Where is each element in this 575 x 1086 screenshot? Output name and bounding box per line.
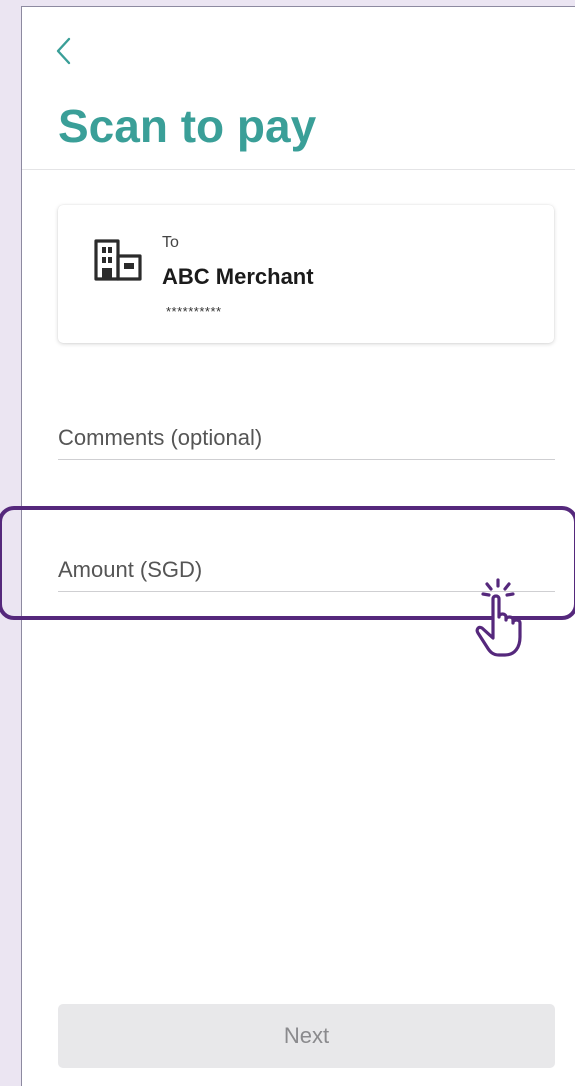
chevron-left-icon[interactable] [52, 33, 76, 69]
merchant-name: ABC Merchant [162, 264, 314, 289]
amount-placeholder: Amount (SGD) [58, 557, 203, 582]
merchant-account-number: ********** [166, 304, 222, 319]
amount-field[interactable]: Amount (SGD) [58, 557, 555, 592]
building-icon [94, 239, 142, 281]
comments-field[interactable]: Comments (optional) [58, 425, 555, 460]
recipient-card: To ABC Merchant ********** [58, 205, 554, 343]
comments-placeholder: Comments (optional) [58, 425, 263, 450]
header-divider [22, 169, 575, 170]
next-button[interactable]: Next [58, 1004, 555, 1068]
recipient-to-label: To [162, 234, 179, 251]
app-screen: Scan to pay To ABC Merchant ********** C… [21, 6, 575, 1086]
page-title: Scan to pay [58, 100, 317, 152]
